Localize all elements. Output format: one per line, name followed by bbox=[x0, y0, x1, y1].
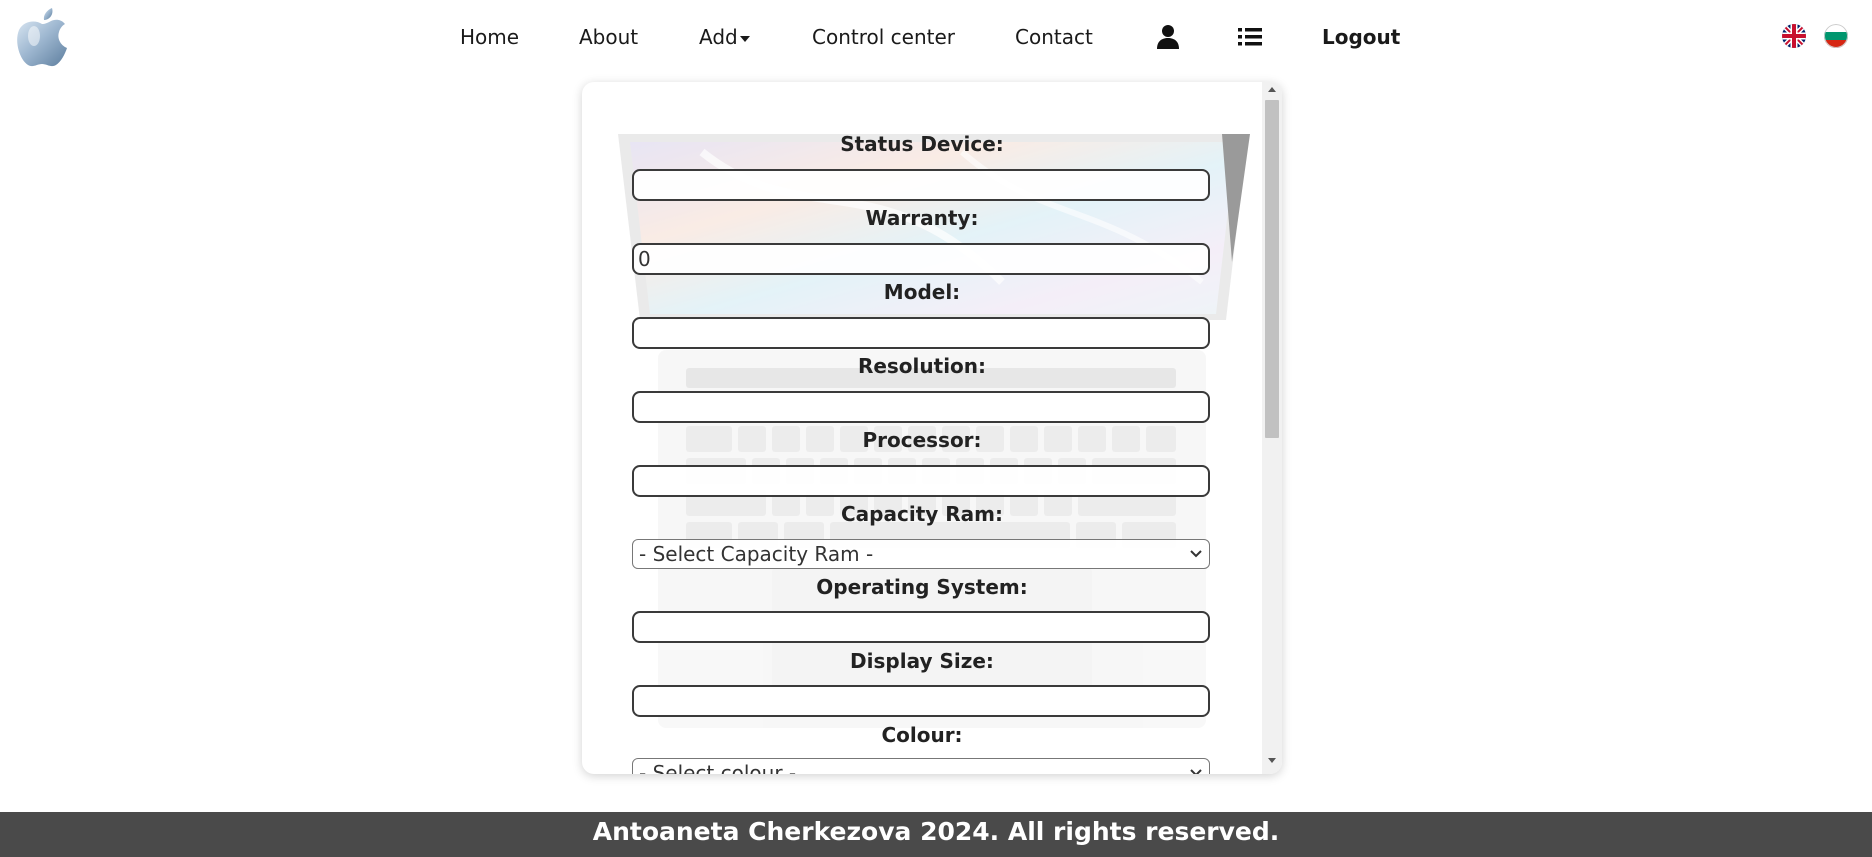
capacity-ram-select[interactable]: - Select Capacity Ram - bbox=[632, 539, 1210, 569]
model-label: Model: bbox=[883, 280, 961, 304]
colour-selected: - Select colour - bbox=[639, 761, 797, 774]
scroll-down-arrow-icon[interactable] bbox=[1262, 752, 1282, 768]
operating-system-input[interactable] bbox=[632, 611, 1210, 643]
chevron-down-icon bbox=[1190, 550, 1202, 558]
form-scrollbar[interactable] bbox=[1262, 82, 1282, 774]
bulgaria-flag-icon[interactable] bbox=[1824, 24, 1848, 48]
caret-down-icon bbox=[739, 35, 750, 42]
warranty-input[interactable] bbox=[632, 243, 1210, 275]
capacity-ram-label: Capacity Ram: bbox=[841, 502, 1003, 526]
apple-icon[interactable] bbox=[14, 6, 70, 68]
list-icon[interactable] bbox=[1235, 22, 1265, 52]
display-size-label: Display Size: bbox=[850, 649, 994, 673]
nav-control-center[interactable]: Control center bbox=[812, 22, 955, 52]
scroll-thumb[interactable] bbox=[1265, 100, 1279, 438]
device-form-card: Status Device: Warranty: Model: Resoluti… bbox=[582, 82, 1282, 774]
top-navigation: Home About Add Control center Contact Lo… bbox=[0, 0, 1872, 74]
user-icon[interactable] bbox=[1153, 22, 1183, 52]
scroll-up-arrow-icon[interactable] bbox=[1262, 82, 1282, 98]
model-input[interactable] bbox=[632, 317, 1210, 349]
device-form: Status Device: Warranty: Model: Resoluti… bbox=[582, 82, 1262, 774]
nav-add-dropdown[interactable]: Add bbox=[699, 22, 751, 52]
colour-label: Colour: bbox=[881, 723, 963, 747]
uk-flag-icon[interactable] bbox=[1782, 24, 1806, 48]
nav-contact[interactable]: Contact bbox=[1015, 22, 1093, 52]
capacity-ram-selected: - Select Capacity Ram - bbox=[639, 542, 874, 566]
resolution-input[interactable] bbox=[632, 391, 1210, 423]
nav-add-label: Add bbox=[699, 25, 738, 49]
footer: Antoaneta Cherkezova 2024. All rights re… bbox=[0, 812, 1872, 857]
display-size-input[interactable] bbox=[632, 685, 1210, 717]
status-device-input[interactable] bbox=[632, 169, 1210, 201]
processor-input[interactable] bbox=[632, 465, 1210, 497]
resolution-label: Resolution: bbox=[857, 354, 987, 378]
nav-home[interactable]: Home bbox=[460, 22, 519, 52]
operating-system-label: Operating System: bbox=[816, 575, 1028, 599]
logout-link[interactable]: Logout bbox=[1322, 22, 1400, 52]
nav-about[interactable]: About bbox=[579, 22, 638, 52]
status-device-label: Status Device: bbox=[840, 132, 1004, 156]
processor-label: Processor: bbox=[862, 428, 982, 452]
warranty-label: Warranty: bbox=[865, 206, 979, 230]
footer-copyright: Antoaneta Cherkezova 2024. All rights re… bbox=[592, 817, 1280, 846]
colour-select[interactable]: - Select colour - bbox=[632, 758, 1210, 774]
chevron-down-icon bbox=[1190, 769, 1202, 774]
